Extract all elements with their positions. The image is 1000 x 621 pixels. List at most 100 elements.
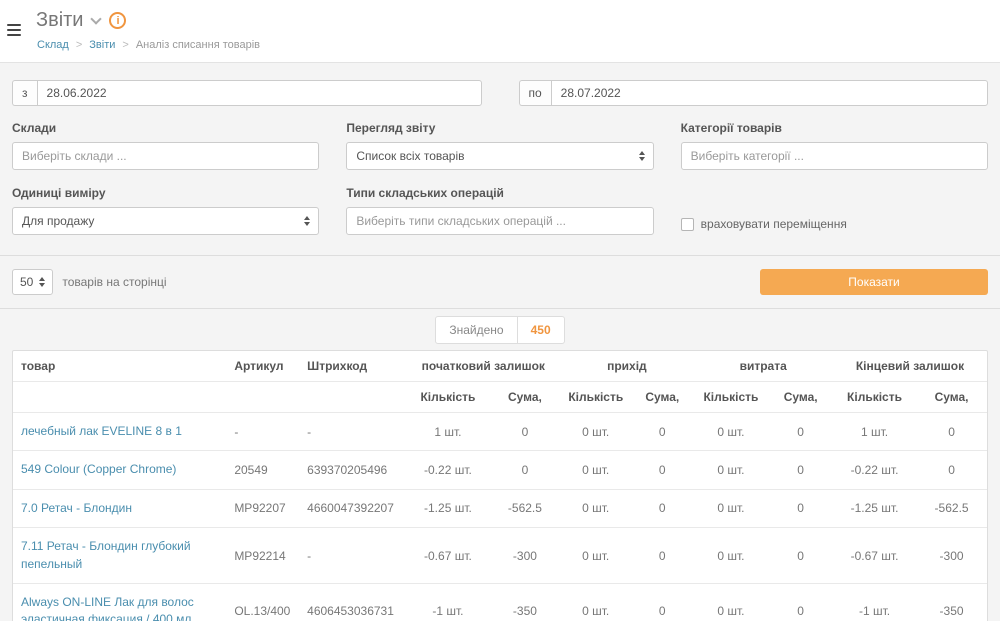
chevron-down-icon[interactable] bbox=[91, 13, 102, 24]
cell-expense-qty: 0 шт. bbox=[693, 583, 768, 621]
date-to-label: по bbox=[519, 80, 551, 106]
cell-sku: MP92214 bbox=[226, 528, 299, 584]
col-income-sum: Сума, bbox=[631, 382, 693, 413]
cell-final-qty: -1.25 шт. bbox=[833, 489, 916, 527]
per-page-select[interactable]: 50 bbox=[12, 269, 53, 295]
warehouses-input[interactable] bbox=[12, 142, 319, 170]
col-final-qty: Кількість bbox=[833, 382, 916, 413]
cell-initial-qty: -0.67 шт. bbox=[406, 528, 489, 584]
cell-final-qty: -0.67 шт. bbox=[833, 528, 916, 584]
product-link[interactable]: 549 Colour (Copper Chrome) bbox=[13, 451, 226, 489]
date-from-group: з bbox=[12, 80, 482, 106]
categories-field: Категорії товарів bbox=[681, 121, 988, 170]
cell-income-sum: 0 bbox=[631, 413, 693, 451]
col-spacer bbox=[226, 382, 299, 413]
col-expense-qty: Кількість bbox=[693, 382, 768, 413]
tab-found[interactable]: Знайдено bbox=[435, 316, 517, 344]
breadcrumb-separator: > bbox=[122, 39, 128, 51]
date-to-group: по bbox=[519, 80, 989, 106]
cell-income-qty: 0 шт. bbox=[560, 583, 631, 621]
cell-initial-qty: -1 шт. bbox=[406, 583, 489, 621]
report-table: товар Артикул Штрихкод початковий залишо… bbox=[12, 350, 988, 621]
cell-sku: - bbox=[226, 413, 299, 451]
cell-barcode: 4606453036731 bbox=[299, 583, 406, 621]
product-link[interactable]: лечебный лак EVELINE 8 в 1 bbox=[13, 413, 226, 451]
cell-income-qty: 0 шт. bbox=[560, 489, 631, 527]
table-row: Always ON-LINE Лак для волос эластичная … bbox=[13, 583, 987, 621]
report-view-select[interactable]: Список всіх товарів bbox=[346, 142, 653, 170]
cell-expense-sum: 0 bbox=[768, 489, 833, 527]
cell-sku: 20549 bbox=[226, 451, 299, 489]
col-group-initial: початковий залишок bbox=[406, 351, 560, 382]
show-button[interactable]: Показати bbox=[760, 269, 988, 295]
per-page-value: 50 bbox=[20, 275, 33, 289]
table-header: товар Артикул Штрихкод початковий залишо… bbox=[13, 351, 987, 413]
cell-final-qty: -0.22 шт. bbox=[833, 451, 916, 489]
found-count-badge[interactable]: 450 bbox=[518, 316, 565, 344]
operation-types-label: Типи складських операцій bbox=[346, 186, 653, 200]
select-updown-icon bbox=[304, 216, 310, 226]
col-spacer bbox=[299, 382, 406, 413]
menu-hamburger-icon[interactable] bbox=[7, 24, 21, 36]
cell-income-sum: 0 bbox=[631, 583, 693, 621]
breadcrumb-link-reports[interactable]: Звіти bbox=[89, 39, 115, 51]
col-group-final: Кінцевий залишок bbox=[833, 351, 987, 382]
warehouses-field: Склади bbox=[12, 121, 319, 170]
page-header: Звіти i Склад > Звіти > Аналіз списання … bbox=[0, 0, 1000, 63]
cell-barcode: - bbox=[299, 413, 406, 451]
units-label: Одиниці виміру bbox=[12, 186, 319, 200]
cell-expense-sum: 0 bbox=[768, 413, 833, 451]
breadcrumb: Склад > Звіти > Аналіз списання товарів bbox=[37, 39, 988, 51]
select-updown-icon bbox=[639, 151, 645, 161]
page-title: Звіти bbox=[36, 9, 83, 32]
col-group-income: прихід bbox=[560, 351, 693, 382]
breadcrumb-separator: > bbox=[76, 39, 82, 51]
cell-initial-sum: -350 bbox=[490, 583, 561, 621]
filters-panel: з по Склади Перегляд звіту Список всіх т… bbox=[0, 63, 1000, 235]
transfers-checkbox[interactable] bbox=[681, 218, 694, 231]
transfers-checkbox-label: враховувати переміщення bbox=[701, 217, 847, 231]
date-to-input[interactable] bbox=[551, 80, 988, 106]
cell-income-sum: 0 bbox=[631, 451, 693, 489]
col-sku: Артикул bbox=[226, 351, 299, 382]
table-row: 7.11 Ретач - Блондин глубокий пепельныйM… bbox=[13, 528, 987, 584]
cell-barcode: - bbox=[299, 528, 406, 584]
product-link[interactable]: Always ON-LINE Лак для волос эластичная … bbox=[13, 583, 226, 621]
cell-expense-sum: 0 bbox=[768, 528, 833, 584]
cell-initial-qty: -1.25 шт. bbox=[406, 489, 489, 527]
col-barcode: Штрихкод bbox=[299, 351, 406, 382]
col-initial-sum: Сума, bbox=[490, 382, 561, 413]
results-tabs: Знайдено 450 bbox=[0, 309, 1000, 350]
cell-final-sum: 0 bbox=[916, 451, 987, 489]
transfers-checkbox-field[interactable]: враховувати переміщення bbox=[681, 213, 988, 235]
perpage-bar: 50 товарів на сторінці Показати bbox=[0, 255, 1000, 309]
breadcrumb-link-warehouse[interactable]: Склад bbox=[37, 39, 69, 51]
cell-expense-qty: 0 шт. bbox=[693, 489, 768, 527]
cell-income-qty: 0 шт. bbox=[560, 451, 631, 489]
table-row: 7.0 Ретач - БлондинMP922074660047392207-… bbox=[13, 489, 987, 527]
units-field: Одиниці виміру Для продажу bbox=[12, 186, 319, 235]
date-from-input[interactable] bbox=[37, 80, 482, 106]
operation-types-field: Типи складських операцій bbox=[346, 186, 653, 235]
cell-expense-qty: 0 шт. bbox=[693, 413, 768, 451]
units-select[interactable]: Для продажу bbox=[12, 207, 319, 235]
cell-income-qty: 0 шт. bbox=[560, 528, 631, 584]
cell-final-sum: -300 bbox=[916, 528, 987, 584]
col-product: товар bbox=[13, 351, 226, 382]
col-spacer bbox=[13, 382, 226, 413]
report-view-field: Перегляд звіту Список всіх товарів bbox=[346, 121, 653, 170]
cell-barcode: 4660047392207 bbox=[299, 489, 406, 527]
product-link[interactable]: 7.0 Ретач - Блондин bbox=[13, 489, 226, 527]
cell-expense-qty: 0 шт. bbox=[693, 451, 768, 489]
select-updown-icon bbox=[39, 277, 45, 287]
product-link[interactable]: 7.11 Ретач - Блондин глубокий пепельный bbox=[13, 528, 226, 584]
col-final-sum: Сума, bbox=[916, 382, 987, 413]
info-icon[interactable]: i bbox=[109, 12, 126, 29]
table-row: лечебный лак EVELINE 8 в 1--1 шт.00 шт.0… bbox=[13, 413, 987, 451]
cell-final-sum: 0 bbox=[916, 413, 987, 451]
col-expense-sum: Сума, bbox=[768, 382, 833, 413]
cell-income-qty: 0 шт. bbox=[560, 413, 631, 451]
warehouses-label: Склади bbox=[12, 121, 319, 135]
operation-types-input[interactable] bbox=[346, 207, 653, 235]
categories-input[interactable] bbox=[681, 142, 988, 170]
